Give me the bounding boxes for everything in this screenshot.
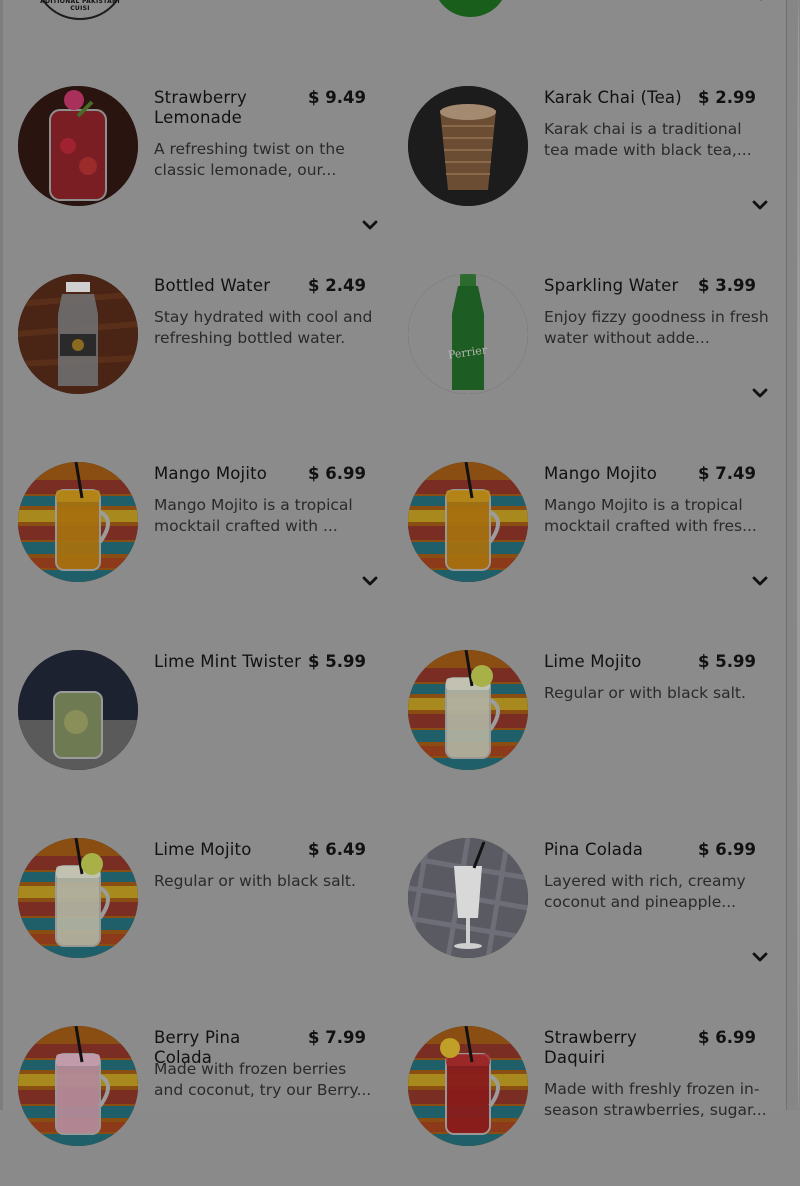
item-price: $ 7.49	[698, 464, 756, 483]
item-name[interactable]: Lime Mint Twister	[154, 652, 304, 672]
menu-item-card[interactable]: Lime Mojito $ 5.99 Regular or with black s…	[408, 650, 788, 810]
item-name[interactable]: Mango Mojito	[154, 464, 304, 484]
strawberry-daquiri-image[interactable]	[408, 1026, 528, 1146]
sparkling-water-image[interactable]: Perrier	[408, 274, 528, 394]
chevron-down-icon[interactable]	[362, 575, 378, 587]
menu-item-card[interactable]: Perrier Sparkling Water $ 3.99 Enjoy fizzy …	[408, 274, 788, 434]
item-description: Regular or with black salt.	[544, 684, 746, 702]
item-name[interactable]: Strawberry Lemonade	[154, 88, 304, 128]
menu-item-card[interactable]: Mango Mojito $ 7.49 Mango Mojito is a trop…	[408, 462, 788, 622]
item-description: Made with frozen berries and coconut, tr…	[154, 1060, 372, 1099]
bottle-image-peek	[433, 0, 508, 17]
item-name[interactable]: Bottled Water	[154, 276, 304, 296]
menu-item-card[interactable]: Pina Colada $ 6.99 Layered with rich, crea…	[408, 838, 788, 998]
item-price: $ 7.99	[308, 1028, 366, 1047]
lime-mojito-image[interactable]	[18, 838, 138, 958]
menu-item-card[interactable]: Berry Pina Colada $ 7.99 Made with frozen …	[18, 1026, 398, 1186]
item-description: Regular or with black salt.	[154, 872, 356, 890]
scrollbar[interactable]	[786, 0, 800, 1110]
item-name[interactable]: Lime Mojito	[154, 840, 304, 860]
item-price: $ 9.49	[308, 88, 366, 107]
menu-item-card[interactable]: Lime Mint Twister $ 5.99	[18, 650, 398, 810]
item-name[interactable]: Pina Colada	[544, 840, 694, 860]
item-price: $ 2.99	[698, 88, 756, 107]
menu-item-card[interactable]: Strawberry Daquiri $ 6.99 Made with freshl…	[408, 1026, 788, 1186]
item-name[interactable]: Lime Mojito	[544, 652, 694, 672]
chevron-down-icon[interactable]	[753, 0, 769, 5]
item-description: Stay hydrated with cool and refreshing b…	[154, 308, 373, 347]
item-description: A refreshing twist on the classic lemona…	[154, 140, 345, 179]
lime-mojito-image[interactable]	[408, 650, 528, 770]
item-price: $ 6.99	[308, 464, 366, 483]
item-name[interactable]: Karak Chai (Tea)	[544, 88, 694, 108]
mango-mojito-image[interactable]	[408, 462, 528, 582]
item-description: Layered with rich, creamy coconut and pi…	[544, 872, 746, 911]
menu-item-card[interactable]: Mango Mojito $ 6.99 Mango Mojito is a trop…	[18, 462, 398, 622]
item-price: $ 5.99	[698, 652, 756, 671]
restaurant-logo: ADITIONAL PAKISTANI CUISI	[36, 0, 124, 20]
pina-colada-image[interactable]	[408, 838, 528, 958]
item-description: Mango Mojito is a tropical mocktail craf…	[154, 496, 353, 535]
item-description: Enjoy fizzy goodness in fresh water with…	[544, 308, 769, 347]
chevron-down-icon[interactable]	[752, 575, 768, 587]
mango-mojito-image[interactable]	[18, 462, 138, 582]
berry-pina-colada-image[interactable]	[18, 1026, 138, 1146]
chevron-down-icon[interactable]	[752, 199, 768, 211]
chevron-down-icon[interactable]	[362, 219, 378, 231]
item-price: $ 2.49	[308, 276, 366, 295]
item-description: Made with freshly frozen in-season straw…	[544, 1080, 767, 1119]
bottled-water-image[interactable]	[18, 274, 138, 394]
item-price: $ 3.99	[698, 276, 756, 295]
menu-item-card[interactable]: Karak Chai (Tea) $ 2.99 Karak chai is a tr…	[408, 86, 788, 246]
item-description: Mango Mojito is a tropical mocktail craf…	[544, 496, 757, 535]
item-price: $ 6.99	[698, 1028, 756, 1047]
item-name[interactable]: Sparkling Water	[544, 276, 694, 296]
logo-text: ADITIONAL PAKISTANI CUISI	[40, 0, 120, 12]
menu-item-card[interactable]: Lime Mojito $ 6.49 Regular or with black s…	[18, 838, 398, 998]
item-name[interactable]: Strawberry Daquiri	[544, 1028, 694, 1068]
chevron-down-icon[interactable]	[752, 387, 768, 399]
strawberry-lemonade-image[interactable]	[18, 86, 138, 206]
item-price: $ 6.99	[698, 840, 756, 859]
menu-item-card[interactable]: Bottled Water $ 2.49 Stay hydrated with co…	[18, 274, 398, 434]
menu-page: ADITIONAL PAKISTANI CUISI Strawberry Lem…	[0, 0, 788, 1146]
chevron-down-icon[interactable]	[752, 951, 768, 963]
karak-chai-image[interactable]	[408, 86, 528, 206]
item-price: $ 5.99	[308, 652, 366, 671]
item-name[interactable]: Mango Mojito	[544, 464, 694, 484]
menu-item-card[interactable]: Strawberry Lemonade $ 9.49 A refreshing tw…	[18, 86, 398, 246]
item-description: Karak chai is a traditional tea made wit…	[544, 120, 752, 159]
lime-mint-twister-image[interactable]	[18, 650, 138, 770]
item-price: $ 6.49	[308, 840, 366, 859]
